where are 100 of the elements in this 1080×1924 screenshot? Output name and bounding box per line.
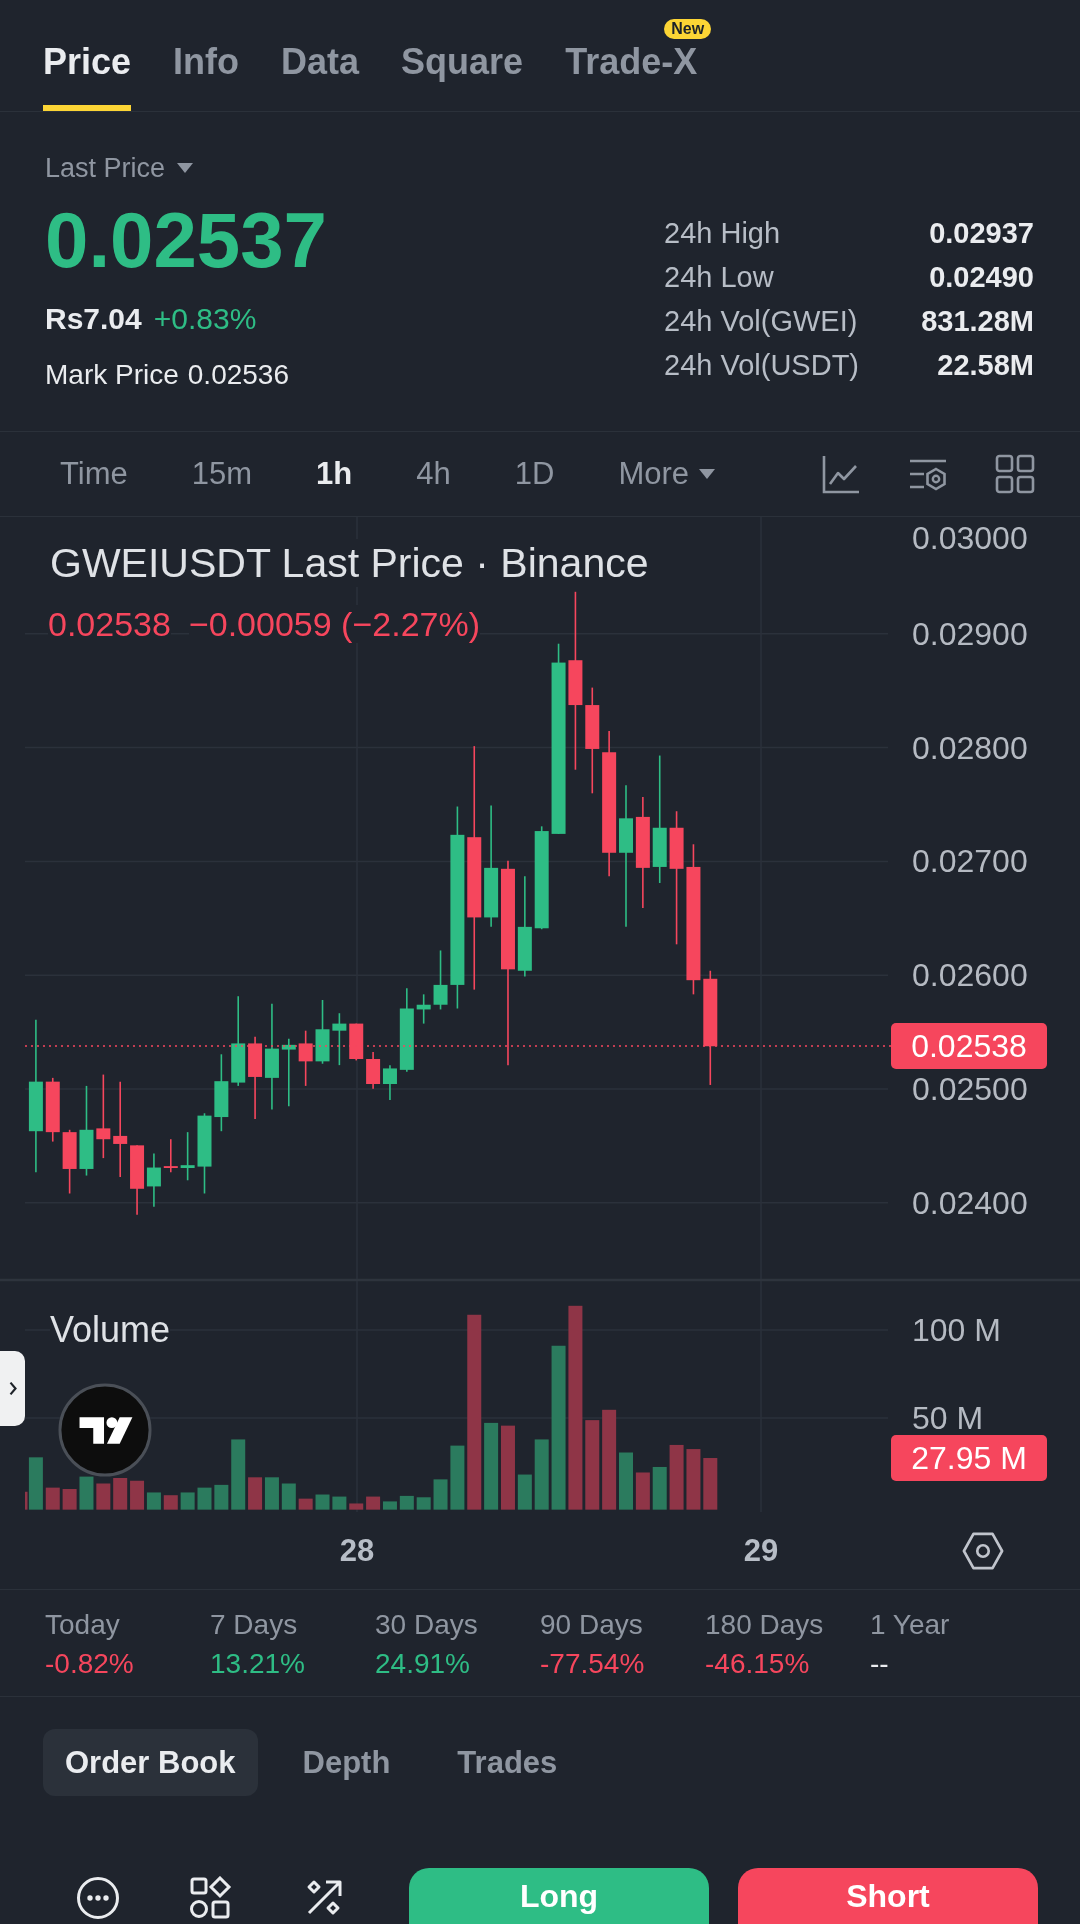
grid-icon[interactable] <box>995 454 1035 494</box>
volume-bar <box>686 1449 701 1510</box>
volume-bar <box>298 1498 313 1510</box>
volume-bar <box>399 1495 414 1510</box>
volume-bar <box>349 1503 364 1510</box>
period-change: -46.15% <box>705 1647 810 1681</box>
candle <box>180 1131 195 1182</box>
volume-bar <box>79 1476 94 1510</box>
period-change: -- <box>870 1647 889 1681</box>
volume-bar <box>517 1474 532 1510</box>
book-tab[interactable]: Order Book <box>43 1729 258 1796</box>
tab[interactable]: Price <box>43 42 132 111</box>
stat-label: 24h Vol(GWEI) <box>664 304 859 339</box>
local-price: Rs7.04 <box>45 301 142 337</box>
volume-bar <box>703 1458 718 1510</box>
volume-bar <box>231 1439 246 1510</box>
stat-value: 22.58M <box>937 348 1034 383</box>
candle <box>62 1129 77 1195</box>
period-change: -0.82% <box>45 1647 134 1681</box>
period-change: 24.91% <box>375 1647 470 1681</box>
price-axis-label: 0.02600 <box>912 959 1028 992</box>
chart-title: GWEIUSDT Last Price · Binance <box>50 539 649 587</box>
period-label: 180 Days <box>705 1608 824 1642</box>
period-label: Today <box>45 1608 120 1642</box>
volume-axis-label: 100 M <box>912 1314 1001 1346</box>
stat-value: 0.02490 <box>929 260 1034 295</box>
candle <box>366 1051 381 1090</box>
tab[interactable]: Data <box>281 42 360 111</box>
price-axis-label: 0.03000 <box>912 522 1028 554</box>
line-chart-icon[interactable] <box>821 454 861 494</box>
price-type-selector[interactable]: Last Price <box>45 152 194 184</box>
book-tab[interactable]: Trades <box>435 1729 580 1796</box>
period-label: 1 Year <box>870 1608 950 1642</box>
volume-bar <box>197 1487 212 1510</box>
mark-price-value: 0.02536 <box>187 358 289 392</box>
interval-tab[interactable]: 1D <box>514 454 555 494</box>
tab[interactable]: Info <box>173 42 240 111</box>
volume-bar <box>113 1478 128 1510</box>
legend-change: −0.00059 (−2.27%) <box>188 605 480 643</box>
more-icon[interactable] <box>76 1876 120 1920</box>
period-change: 13.21% <box>210 1647 305 1681</box>
volume-bar <box>619 1452 633 1510</box>
volume-bar <box>416 1497 431 1510</box>
price-axis-label: 0.02500 <box>912 1073 1028 1105</box>
candle <box>45 1077 60 1143</box>
volume-axis-label: 50 M <box>912 1402 984 1434</box>
period-label: 30 Days <box>375 1608 478 1642</box>
volume-bar <box>652 1466 667 1510</box>
volume-bar <box>669 1444 684 1510</box>
interval-tab[interactable]: 1h <box>316 454 353 494</box>
mark-price-label: Mark Price <box>45 358 179 392</box>
stat-value: 831.28M <box>921 304 1034 339</box>
interval-tab[interactable]: 4h <box>416 454 451 494</box>
candle <box>433 949 448 1011</box>
volume-bar <box>163 1495 178 1510</box>
stat-label: 24h Vol(USDT) <box>664 348 859 383</box>
interval-tab[interactable]: 15m <box>191 454 253 494</box>
interval-tab[interactable]: Time <box>60 454 128 494</box>
stat-label: 24h Low <box>664 260 775 295</box>
tab[interactable]: Square <box>401 42 524 111</box>
volume-bar <box>433 1479 448 1510</box>
candle <box>416 993 431 1025</box>
side-handle[interactable] <box>0 1351 25 1426</box>
volume-bar <box>62 1489 77 1510</box>
candle <box>349 1022 364 1062</box>
book-tab[interactable]: Depth <box>280 1729 413 1796</box>
caret-icon <box>699 469 715 479</box>
period-change: -77.54% <box>540 1647 645 1681</box>
candle <box>332 1012 347 1066</box>
volume-bar <box>635 1472 650 1510</box>
volume-bar <box>45 1487 60 1510</box>
logo-icon <box>58 1383 152 1477</box>
volume-bar <box>450 1445 465 1510</box>
period-label: 90 Days <box>540 1608 643 1642</box>
candle <box>163 1138 178 1174</box>
candle <box>382 1064 397 1101</box>
period-label: 7 Days <box>210 1608 298 1642</box>
candle <box>315 999 330 1065</box>
shapes-icon[interactable] <box>189 1876 233 1920</box>
candle <box>130 1144 145 1216</box>
new-badge: New <box>664 19 712 39</box>
candle <box>281 1037 296 1107</box>
candle <box>298 1029 313 1087</box>
chevron-right-icon <box>7 1380 18 1397</box>
caret-icon <box>177 163 194 173</box>
price-axis-label: 0.02800 <box>912 731 1028 764</box>
volume-bar <box>96 1483 111 1510</box>
price-axis-label: 0.02400 <box>912 1186 1028 1219</box>
settings-icon[interactable] <box>962 1530 1004 1572</box>
last-price: 0.02537 <box>45 198 327 282</box>
volume-tag: 27.95 M <box>891 1435 1047 1481</box>
volume-bar <box>180 1492 195 1510</box>
volume-bar <box>534 1439 549 1510</box>
volume-bar <box>281 1483 296 1510</box>
price-axis-label: 0.02700 <box>912 845 1028 878</box>
more-dropdown[interactable]: More <box>618 454 715 494</box>
volume-bar <box>248 1477 263 1510</box>
volume-bar <box>264 1477 279 1510</box>
trade-button[interactable]: Short <box>738 1868 1038 1924</box>
tab[interactable]: Trade-X <box>565 42 698 111</box>
